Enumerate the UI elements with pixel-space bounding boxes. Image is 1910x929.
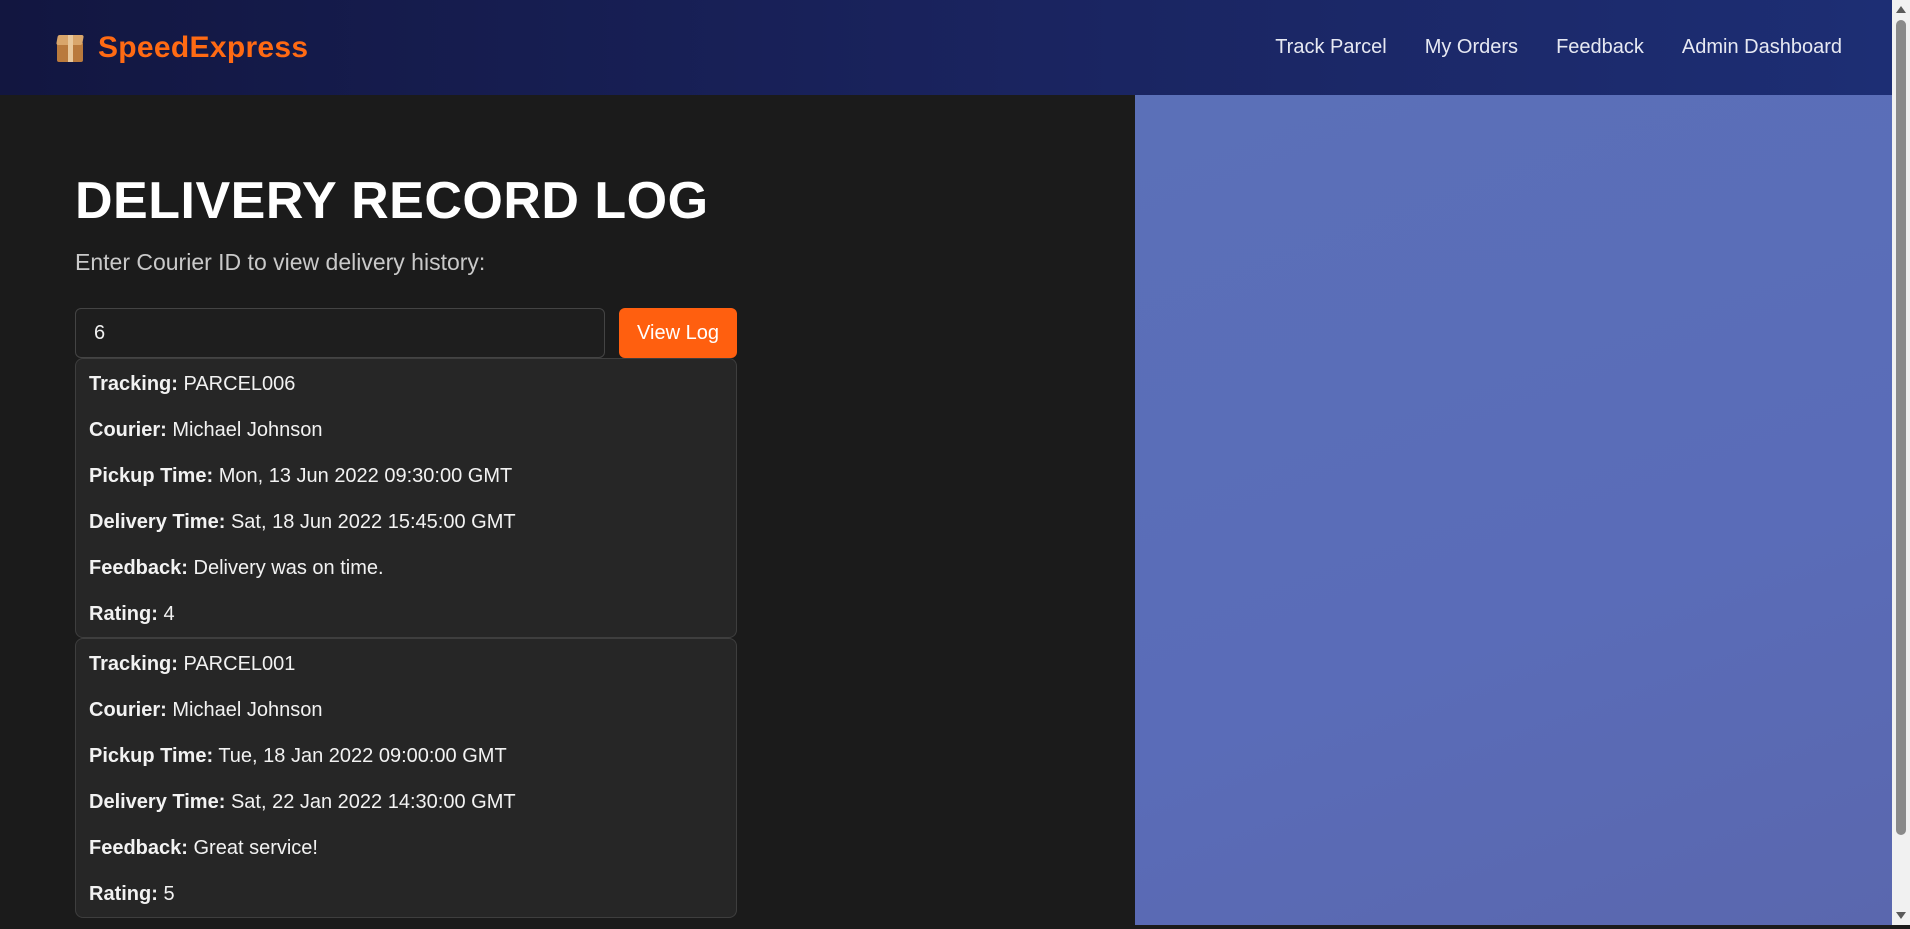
- delivery-log-content: DELIVERY RECORD LOG Enter Courier ID to …: [75, 175, 737, 918]
- view-log-button[interactable]: View Log: [619, 308, 737, 358]
- nav-my-orders[interactable]: My Orders: [1425, 36, 1518, 59]
- scroll-up-arrow-icon[interactable]: [1896, 6, 1906, 13]
- record-delivery-time: Delivery Time: Sat, 18 Jun 2022 15:45:00…: [89, 511, 516, 533]
- record-tracking: Tracking: PARCEL001: [89, 653, 296, 675]
- nav-feedback[interactable]: Feedback: [1556, 36, 1644, 59]
- record-feedback: Feedback: Delivery was on time.: [89, 557, 384, 579]
- record-rating: Rating: 5: [89, 883, 175, 905]
- scroll-thumb[interactable]: [1896, 20, 1906, 835]
- vertical-scrollbar[interactable]: [1892, 0, 1910, 925]
- page-title: DELIVERY RECORD LOG: [75, 172, 709, 230]
- nav-admin-dashboard[interactable]: Admin Dashboard: [1682, 36, 1842, 59]
- nav-links: Track Parcel My Orders Feedback Admin Da…: [1275, 36, 1842, 59]
- scroll-down-arrow-icon[interactable]: [1896, 912, 1906, 919]
- courier-search-form: View Log: [75, 308, 737, 358]
- record-courier: Courier: Michael Johnson: [89, 419, 323, 441]
- courier-id-input[interactable]: [75, 308, 605, 358]
- brand[interactable]: SpeedExpress: [55, 31, 308, 65]
- record-pickup-time: Pickup Time: Tue, 18 Jan 2022 09:00:00 G…: [89, 745, 507, 767]
- record-pickup-time: Pickup Time: Mon, 13 Jun 2022 09:30:00 G…: [89, 465, 513, 487]
- record-tracking: Tracking: PARCEL006: [89, 373, 296, 395]
- record-feedback: Feedback: Great service!: [89, 837, 318, 859]
- nav-track-parcel[interactable]: Track Parcel: [1275, 36, 1387, 59]
- delivery-record-card: Tracking: PARCEL001 Courier: Michael Joh…: [75, 638, 737, 918]
- delivery-log-panel: DELIVERY RECORD LOG Enter Courier ID to …: [0, 95, 1135, 925]
- record-courier: Courier: Michael Johnson: [89, 699, 323, 721]
- record-delivery-time: Delivery Time: Sat, 22 Jan 2022 14:30:00…: [89, 791, 516, 813]
- page-subtitle: Enter Courier ID to view delivery histor…: [75, 249, 486, 275]
- decorative-side-panel: [1135, 95, 1892, 925]
- top-navbar: SpeedExpress Track Parcel My Orders Feed…: [0, 0, 1892, 95]
- brand-name[interactable]: SpeedExpress: [98, 31, 308, 65]
- delivery-record-card: Tracking: PARCEL006 Courier: Michael Joh…: [75, 358, 737, 638]
- package-icon: [55, 33, 85, 63]
